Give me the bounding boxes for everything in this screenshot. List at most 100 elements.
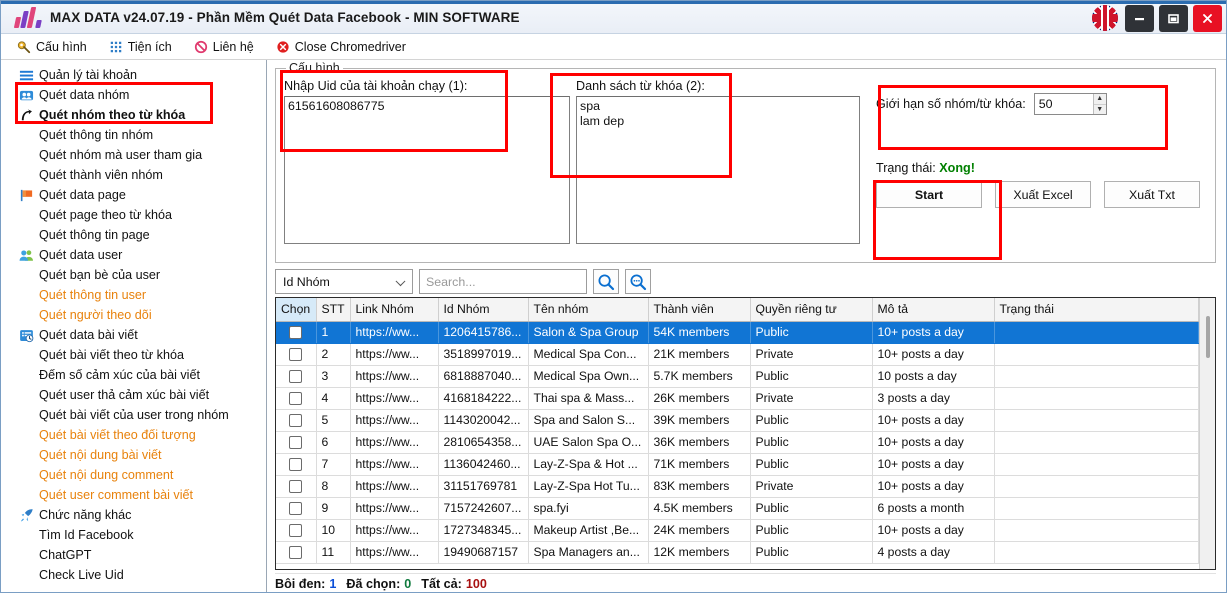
- row-checkbox[interactable]: [289, 326, 303, 340]
- table-header-2[interactable]: Link Nhóm: [350, 298, 439, 322]
- table-header-1[interactable]: STT: [316, 298, 351, 322]
- sidebar-item-1[interactable]: Quét data nhóm: [1, 85, 266, 105]
- scrollbar-thumb[interactable]: [1206, 316, 1210, 358]
- table-row[interactable]: 4 https://ww... 4168184222... Thai spa & Ma…: [276, 387, 1199, 410]
- sidebar-item-5[interactable]: Quét thành viên nhóm: [1, 165, 266, 185]
- menu-item-tien-ich[interactable]: Tiện ích: [109, 40, 172, 54]
- table-header-5[interactable]: Thành viên: [648, 298, 751, 322]
- table-header-7[interactable]: Mô tả: [872, 298, 995, 322]
- row-checkbox-cell[interactable]: [276, 431, 317, 454]
- magnifier-more-icon: [630, 274, 647, 290]
- limit-input[interactable]: [1034, 94, 1093, 114]
- vertical-scrollbar[interactable]: [1199, 298, 1215, 569]
- maximize-icon[interactable]: [1159, 4, 1188, 32]
- table-header-6[interactable]: Quyền riêng tư: [750, 298, 873, 322]
- sidebar-item-17[interactable]: Quét bài viết của user trong nhóm: [1, 405, 266, 425]
- sidebar-item-14[interactable]: Quét bài viết theo từ khóa: [1, 345, 266, 365]
- sidebar-item-9[interactable]: Quét data user: [1, 245, 266, 265]
- row-checkbox-cell[interactable]: [276, 497, 317, 520]
- sidebar-item-8[interactable]: Quét thông tin page: [1, 225, 266, 245]
- sidebar-item-21[interactable]: Quét user comment bài viết: [1, 485, 266, 505]
- row-checkbox[interactable]: [289, 392, 303, 406]
- row-checkbox-cell[interactable]: [276, 387, 317, 410]
- table-row[interactable]: 3 https://ww... 6818887040... Medical Spa O…: [276, 365, 1199, 388]
- close-icon[interactable]: [1193, 4, 1222, 32]
- sidebar-item-12[interactable]: Quét người theo dõi: [1, 305, 266, 325]
- row-checkbox-cell[interactable]: [276, 409, 317, 432]
- table-header-3[interactable]: Id Nhóm: [438, 298, 529, 322]
- start-button[interactable]: Start: [876, 181, 982, 208]
- row-checkbox[interactable]: [289, 458, 303, 472]
- search-field-select[interactable]: Id Nhóm: [275, 269, 413, 294]
- row-checkbox-cell[interactable]: [276, 541, 317, 564]
- cell-id: 6818887040...: [438, 365, 529, 388]
- search-button[interactable]: [593, 269, 619, 294]
- table-body: 1 https://ww... 1206415786... Salon & Spa G…: [276, 321, 1199, 564]
- export-txt-button[interactable]: Xuất Txt: [1104, 181, 1200, 208]
- row-checkbox-cell[interactable]: [276, 475, 317, 498]
- row-checkbox-cell[interactable]: [276, 453, 317, 476]
- sidebar-item-24[interactable]: ChatGPT: [1, 545, 266, 565]
- sidebar-item-16[interactable]: Quét user thả cảm xúc bài viết: [1, 385, 266, 405]
- row-checkbox[interactable]: [289, 414, 303, 428]
- sidebar-item-7[interactable]: Quét page theo từ khóa: [1, 205, 266, 225]
- sidebar-item-18[interactable]: Quét bài viết theo đối tượng: [1, 425, 266, 445]
- sidebar-item-13[interactable]: Quét data bài viết: [1, 325, 266, 345]
- export-excel-button[interactable]: Xuất Excel: [995, 181, 1091, 208]
- sidebar-item-20[interactable]: Quét nội dung comment: [1, 465, 266, 485]
- sidebar-item-4[interactable]: Quét nhóm mà user tham gia: [1, 145, 266, 165]
- table-row[interactable]: 5 https://ww... 1143020042... Spa and Salon…: [276, 409, 1199, 432]
- table-header-0[interactable]: Chọn: [276, 298, 317, 322]
- stepper-down-icon[interactable]: ▼: [1093, 103, 1106, 114]
- sidebar-item-6[interactable]: Quét data page: [1, 185, 266, 205]
- row-checkbox[interactable]: [289, 370, 303, 384]
- menu-item-close-chromedriver[interactable]: Close Chromedriver: [276, 40, 406, 54]
- sidebar-item-0[interactable]: Quản lý tài khoản: [1, 65, 266, 85]
- sidebar-item-22[interactable]: Chức năng khác: [1, 505, 266, 525]
- row-checkbox[interactable]: [289, 524, 303, 538]
- sidebar-item-10[interactable]: Quét bạn bè của user: [1, 265, 266, 285]
- sidebar-item-15[interactable]: Đếm số cảm xúc của bài viết: [1, 365, 266, 385]
- sidebar-item-19[interactable]: Quét nội dung bài viết: [1, 445, 266, 465]
- table-row[interactable]: 2 https://ww... 3518997019... Medical Spa C…: [276, 343, 1199, 366]
- stepper-up-icon[interactable]: ▲: [1093, 94, 1106, 104]
- row-checkbox[interactable]: [289, 546, 303, 560]
- sidebar-item-11[interactable]: Quét thông tin user: [1, 285, 266, 305]
- sidebar-item-2[interactable]: Quét nhóm theo từ khóa: [1, 105, 266, 125]
- menu-item-lien-he[interactable]: Liên hệ: [194, 40, 254, 54]
- limit-stepper-buttons[interactable]: ▲ ▼: [1092, 94, 1106, 114]
- sidebar-item-23[interactable]: Tìm Id Facebook: [1, 525, 266, 545]
- row-checkbox-cell[interactable]: [276, 519, 317, 542]
- menu-item-cau-hinh[interactable]: Cấu hình: [17, 40, 87, 54]
- row-checkbox[interactable]: [289, 502, 303, 516]
- sidebar-item-label: Quét data user: [39, 248, 123, 262]
- table-row[interactable]: 6 https://ww... 2810654358... UAE Salon Spa…: [276, 431, 1199, 454]
- sidebar-item-25[interactable]: Check Live Uid: [1, 565, 266, 585]
- table-row[interactable]: 1 https://ww... 1206415786... Salon & Spa G…: [276, 321, 1199, 344]
- close-circle-icon: [277, 40, 289, 53]
- uid-input[interactable]: [284, 96, 570, 244]
- row-checkbox-cell[interactable]: [276, 321, 317, 344]
- sidebar-item-3[interactable]: Quét thông tin nhóm: [1, 125, 266, 145]
- table-row[interactable]: 8 https://ww... 31151769781 Lay-Z-Spa Hot T…: [276, 475, 1199, 498]
- table-header-4[interactable]: Tên nhóm: [528, 298, 649, 322]
- keyword-input[interactable]: [576, 96, 860, 244]
- cell-stt: 5: [316, 409, 351, 432]
- row-checkbox[interactable]: [289, 436, 303, 450]
- table-row[interactable]: 10 https://ww... 1727348345... Makeup Artis…: [276, 519, 1199, 542]
- table-row[interactable]: 11 https://ww... 19490687157 Spa Managers a…: [276, 541, 1199, 564]
- limit-stepper[interactable]: ▲ ▼: [1033, 93, 1107, 115]
- row-checkbox[interactable]: [289, 480, 303, 494]
- uk-flag-icon[interactable]: [1090, 3, 1120, 33]
- table-header-8[interactable]: Trạng thái: [994, 298, 1199, 322]
- sidebar-item-label: Quét người theo dõi: [39, 308, 152, 322]
- minimize-icon[interactable]: [1125, 4, 1154, 32]
- search-input[interactable]: [419, 269, 587, 294]
- row-checkbox-cell[interactable]: [276, 343, 317, 366]
- row-checkbox[interactable]: [289, 348, 303, 362]
- cell-name: UAE Salon Spa O...: [528, 431, 649, 454]
- table-row[interactable]: 9 https://ww... 7157242607... spa.fyi 4.5K m…: [276, 497, 1199, 520]
- advanced-search-button[interactable]: [625, 269, 651, 294]
- table-row[interactable]: 7 https://ww... 1136042460... Lay-Z-Spa & H…: [276, 453, 1199, 476]
- row-checkbox-cell[interactable]: [276, 365, 317, 388]
